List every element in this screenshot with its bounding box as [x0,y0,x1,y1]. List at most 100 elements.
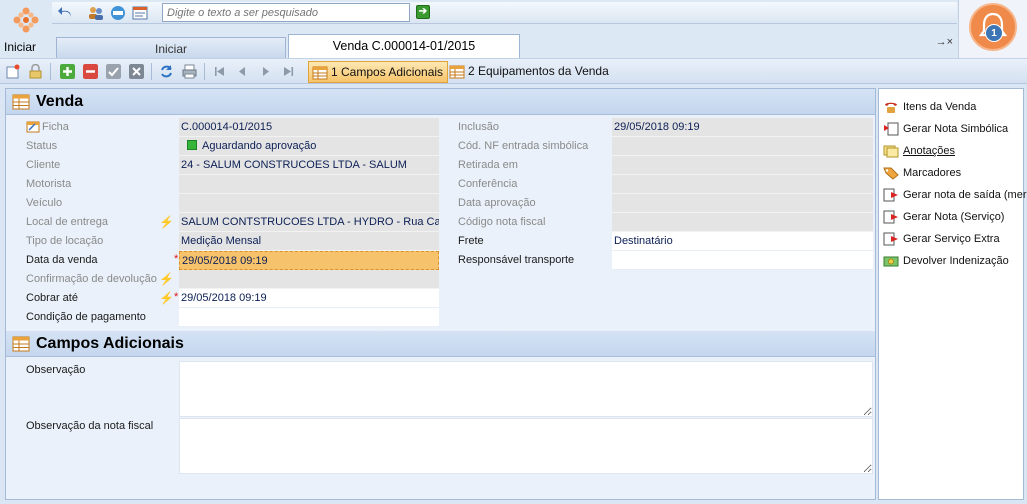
action-anotacoes[interactable]: Anotações [883,141,955,161]
first-record-icon[interactable] [212,64,227,79]
lightning-icon[interactable]: ⚡ [159,289,174,308]
lightning-icon[interactable]: ⚡ [159,270,174,289]
undo-icon[interactable] [58,5,74,21]
action-itens-venda[interactable]: Itens da Venda [883,97,976,117]
action-marcadores[interactable]: Marcadores [883,163,961,183]
section-campos-adicionais-title: Campos Adicionais [36,335,184,352]
venda-field-label: Data aprovação [458,197,536,209]
notifications-button[interactable]: 1 [958,0,1027,58]
observacao-nf-label: Observação da nota fiscal [26,420,154,432]
notes-icon [883,145,899,158]
venda-field-value[interactable]: 29/05/2018 09:19 [179,251,439,270]
quick-access-bar: ➔ [52,2,957,24]
venda-field-value[interactable] [179,194,439,213]
venda-field-value[interactable] [612,251,873,270]
venda-field-label: Condição de pagamento [26,311,146,323]
search-input[interactable] [162,3,410,22]
actions-panel: Itens da Venda Gerar Nota Simbólica Anot… [878,88,1027,500]
venda-field-label: Ficha [42,121,69,133]
venda-field-value[interactable] [179,270,439,289]
tab-iniciar[interactable]: Iniciar [56,37,286,58]
refresh-icon[interactable] [159,64,174,79]
document-arrow-icon [884,122,899,136]
observacao-nf-field[interactable] [179,418,873,474]
venda-field-label: Data da venda [26,254,98,266]
venda-field-value[interactable] [612,137,873,156]
venda-field-value[interactable]: Aguardando aprovação [179,137,439,156]
venda-field-value[interactable] [612,194,873,213]
document-arrow-icon [883,232,898,246]
venda-field-value[interactable] [612,213,873,232]
section-venda-header: Venda [6,89,875,115]
close-tab-icon[interactable]: →× [936,36,953,48]
action-label: Devolver Indenização [903,255,1009,267]
start-button[interactable]: Iniciar [4,2,48,56]
venda-field-value[interactable]: 29/05/2018 09:19 [179,289,439,308]
search-go-button[interactable]: ➔ [416,5,430,19]
venda-field-label: Cobrar até [26,292,78,304]
value-text: 29/05/2018 09:19 [181,292,267,304]
venda-field-value[interactable] [179,175,439,194]
value-text: SALUM CONTSTRUCOES LTDA - HYDRO - Rua Ca… [181,216,439,228]
venda-field-value[interactable] [179,308,439,327]
status-indicator-icon [187,140,197,150]
add-icon[interactable] [60,64,75,79]
tab-campos-adicionais[interactable]: 1 Campos Adicionais [308,61,449,83]
venda-field-label: Confirmação de devolução [26,273,157,285]
venda-field-label: Retirada em [458,159,518,171]
venda-field-value[interactable] [612,175,873,194]
window-icon[interactable] [132,5,148,21]
observacao-label: Observação [26,364,86,376]
users-icon[interactable] [88,5,104,21]
confirm-icon[interactable] [106,64,121,79]
document-tabs: Iniciar Venda C.000014-01/2015 →× [52,32,957,58]
action-gerar-nota-saida[interactable]: Gerar nota de saída (mer [883,185,1027,205]
venda-field-label: Conferência [458,178,518,190]
venda-field-label: Tipo de locação [26,235,104,247]
tag-icon [883,167,899,180]
action-gerar-servico-extra[interactable]: Gerar Serviço Extra [883,229,1000,249]
notification-count-badge: 1 [985,24,1003,42]
tab-venda[interactable]: Venda C.000014-01/2015 [288,34,520,58]
action-devolver-indenizacao[interactable]: Devolver Indenização [883,251,1009,271]
venda-form: Venda Campos Adicionais Observação Obser… [5,88,876,500]
venda-field-value[interactable]: 29/05/2018 09:19 [612,118,873,137]
next-record-icon[interactable] [258,64,273,79]
observacao-field[interactable] [179,361,873,417]
section-campos-adicionais-header: Campos Adicionais [6,331,875,357]
toolbar: 1 Campos Adicionais 2 Equipamentos da Ve… [0,58,1027,84]
status-text: Aguardando aprovação [202,140,317,152]
lock-icon[interactable] [28,64,43,79]
value-text: C.000014-01/2015 [181,121,273,133]
action-label: Itens da Venda [903,101,977,113]
venda-field-value[interactable]: C.000014-01/2015 [179,118,439,137]
support-icon[interactable] [110,5,126,21]
value-text: Destinatário [614,235,673,247]
venda-field-value[interactable]: SALUM CONTSTRUCOES LTDA - HYDRO - Rua Ca… [179,213,439,232]
action-label: Gerar Serviço Extra [903,233,1000,245]
venda-field-label: Local de entrega [26,216,108,228]
venda-field-value[interactable]: Medição Mensal [179,232,439,251]
lightning-icon[interactable]: ⚡ [159,213,174,232]
venda-field-label: Veículo [26,197,63,209]
venda-field-value[interactable]: 24 - SALUM CONSTRUCOES LTDA - SALUM [179,156,439,175]
last-record-icon[interactable] [281,64,296,79]
document-arrow-icon [883,210,898,224]
venda-field-label: Cód. NF entrada simbólica [458,140,589,152]
action-label: Marcadores [903,167,962,179]
action-label: Gerar nota de saída (mer [903,189,1027,201]
venda-field-value[interactable]: Destinatário [612,232,873,251]
tab-equipamentos-venda[interactable]: 2 Equipamentos da Venda [446,61,613,83]
cancel-icon[interactable] [129,64,144,79]
section-venda-title: Venda [36,93,84,110]
venda-field-value[interactable] [612,156,873,175]
new-record-icon[interactable] [6,64,21,79]
print-icon[interactable] [182,64,197,79]
required-marker: * [174,253,179,265]
remove-icon[interactable] [83,64,98,79]
action-label: Gerar Nota (Serviço) [903,211,1005,223]
ficha-icon [26,121,40,133]
action-gerar-nota-servico[interactable]: Gerar Nota (Serviço) [883,207,1004,227]
previous-record-icon[interactable] [235,64,250,79]
action-gerar-nota-simbolica[interactable]: Gerar Nota Simbólica [883,119,1008,139]
